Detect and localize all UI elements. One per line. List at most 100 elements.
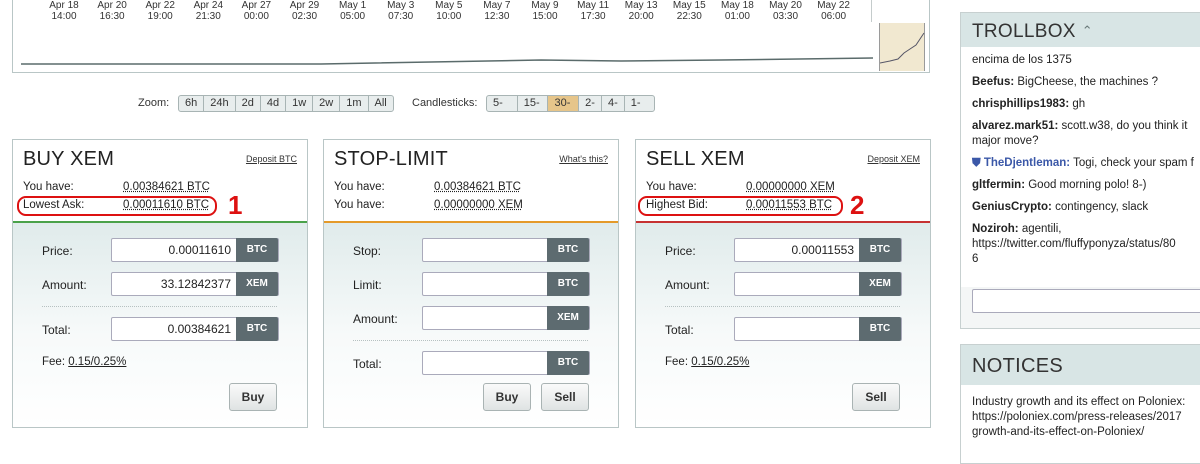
sell-price-field: BTC [734, 238, 902, 262]
chat-message: Beefus: BigCheese, the machines ? [972, 75, 1200, 90]
candle-option-30-min[interactable]: 30-min [548, 96, 580, 111]
btc-balance[interactable]: 0.00384621 BTC [123, 181, 210, 193]
amount-label: Amount: [665, 278, 710, 292]
trollbox-title: TROLLBOX [972, 21, 1076, 42]
buy-button[interactable]: Buy [229, 383, 277, 411]
chart-date-label: Apr 29 02:30 [289, 0, 320, 22]
sell-form: Price: BTC Amount: XEM Total: BTC Fee: 0… [636, 223, 930, 427]
buy-total-input[interactable] [112, 318, 236, 340]
trollbox-header[interactable]: TROLLBOX ⌃ [961, 13, 1200, 47]
sell-amount-input[interactable] [735, 273, 859, 295]
amount-label: Amount: [42, 278, 87, 292]
candle-option-5-min[interactable]: 5-min [487, 96, 518, 111]
chart-date-label: May 1 05:00 [338, 0, 367, 22]
notices-title: NOTICES [972, 355, 1063, 377]
limit-input[interactable] [423, 273, 547, 295]
candle-option-4-hr[interactable]: 4-hr [602, 96, 625, 111]
price-label: Price: [42, 244, 73, 258]
chat-username[interactable]: GeniusCrypto: [972, 201, 1052, 213]
stop-input[interactable] [423, 239, 547, 261]
chat-username[interactable]: gltfermin: [972, 179, 1025, 191]
zoom-option-24h[interactable]: 24h [204, 96, 236, 111]
stop-unit-badge: BTC [547, 238, 589, 262]
sell-button[interactable]: Sell [852, 383, 900, 411]
divider [42, 306, 277, 307]
stop-xem-balance-row: You have: 0.00000000 XEM [334, 199, 523, 211]
zoom-option-4d[interactable]: 4d [261, 96, 287, 111]
chat-text: gh [1069, 98, 1086, 110]
annotation-number-1: 1 [228, 190, 243, 220]
notice-text[interactable]: Industry growth and its effect on Poloni… [961, 385, 1200, 440]
lowest-ask-highlight [17, 196, 217, 216]
fee-row: Fee: 0.15/0.25% [665, 356, 749, 368]
buy-total-field: BTC [111, 317, 279, 341]
stop-limit-header: STOP-LIMIT What's this? You have: 0.00384… [324, 140, 618, 223]
fee-link[interactable]: 0.15/0.25% [68, 356, 126, 368]
stop-limit-title: STOP-LIMIT [334, 148, 448, 170]
xem-balance[interactable]: 0.00000000 XEM [746, 181, 835, 193]
sell-balance-row: You have: 0.00000000 XEM [646, 181, 835, 193]
stop-sell-button[interactable]: Sell [541, 383, 589, 411]
stop-amount-input[interactable] [423, 307, 547, 329]
navigator-sparkline [879, 32, 925, 64]
chart-date-label: Apr 20 16:30 [97, 0, 127, 22]
chat-username[interactable]: chrisphillips1983: [972, 98, 1069, 110]
total-label: Total: [42, 323, 71, 337]
total-unit-badge: BTC [236, 317, 278, 341]
zoom-option-1w[interactable]: 1w [286, 96, 314, 111]
chart-date-label: Apr 18 14:00 [49, 0, 79, 22]
highest-bid-highlight [638, 196, 843, 216]
chart-navigator-window[interactable] [879, 23, 925, 71]
zoom-option-6h[interactable]: 6h [179, 96, 205, 111]
buy-form: Price: BTC Amount: XEM Total: BTC Fee: 0… [13, 223, 307, 427]
deposit-xem-link[interactable]: Deposit XEM [867, 154, 920, 164]
chat-text: Good morning polo! 8-) [1025, 179, 1147, 191]
chart-divider [871, 0, 872, 22]
btc-balance[interactable]: 0.00384621 BTC [434, 181, 521, 193]
buy-amount-input[interactable] [112, 273, 236, 295]
chat-text: Togi, check your spam f [1070, 157, 1194, 169]
chat-username[interactable]: ⛊ TheDjentleman: [972, 157, 1070, 169]
chart-date-label: May 13 20:00 [624, 0, 658, 22]
annotation-number-2: 2 [850, 190, 865, 220]
sell-title: SELL XEM [646, 148, 745, 170]
zoom-option-1m[interactable]: 1m [340, 96, 369, 111]
sell-total-input[interactable] [735, 318, 859, 340]
fee-link[interactable]: 0.15/0.25% [691, 356, 749, 368]
stop-limit-form: Stop: BTC Limit: BTC Amount: XEM Total: … [324, 223, 618, 427]
candle-option-15-min[interactable]: 15-min [518, 96, 549, 111]
stop-total-input[interactable] [423, 352, 547, 374]
zoom-option-All[interactable]: All [369, 96, 393, 111]
chat-username[interactable]: Beefus: [972, 76, 1014, 88]
sell-total-field: BTC [734, 317, 902, 341]
candle-option-1-day[interactable]: 1-day [625, 96, 655, 111]
zoom-option-2w[interactable]: 2w [313, 96, 341, 111]
trollbox-input[interactable] [972, 289, 1200, 313]
buy-price-input[interactable] [112, 239, 236, 261]
chart-date-label: Apr 22 19:00 [145, 0, 175, 22]
whats-this-link[interactable]: What's this? [559, 154, 608, 164]
candle-option-2-hr[interactable]: 2-hr [579, 96, 602, 111]
limit-field: BTC [422, 272, 590, 296]
fee-row: Fee: 0.15/0.25% [42, 356, 126, 368]
stop-limit-panel: STOP-LIMIT What's this? You have: 0.00384… [323, 139, 619, 428]
chat-username[interactable]: alvarez.mark51: [972, 120, 1058, 132]
chart-date-label: Apr 24 21:30 [193, 0, 224, 22]
sell-price-input[interactable] [735, 239, 859, 261]
notices-panel: NOTICES Industry growth and its effect o… [960, 344, 1200, 464]
deposit-btc-link[interactable]: Deposit BTC [246, 154, 297, 164]
fee-label: Fee: [665, 356, 689, 368]
buy-title: BUY XEM [23, 148, 115, 170]
chat-text: contingency, slack [1051, 201, 1149, 213]
price-chart[interactable]: Apr 18 14:00 Apr 20 16:30 Apr 22 19:00 Apr … [12, 0, 930, 73]
zoom-option-2d[interactable]: 2d [236, 96, 261, 111]
chat-message: Noziroh: agentili, https://twitter.com/f… [972, 222, 1200, 267]
trollbox: TROLLBOX ⌃ encima de los 1375 Beefus: BigC… [960, 12, 1200, 329]
chart-date-label: May 15 22:30 [672, 0, 706, 22]
xem-balance[interactable]: 0.00000000 XEM [434, 199, 523, 211]
you-have-label: You have: [334, 199, 385, 211]
chat-username[interactable]: Noziroh: [972, 223, 1019, 235]
chevron-up-icon[interactable]: ⌃ [1082, 23, 1093, 38]
chat-message: encima de los 1375 [972, 53, 1200, 68]
stop-buy-button[interactable]: Buy [483, 383, 531, 411]
